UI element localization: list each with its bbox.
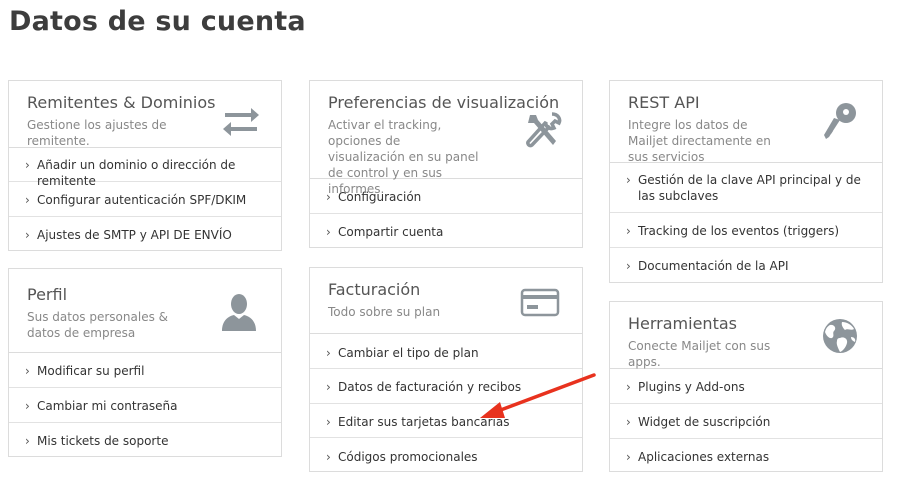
chevron-right-icon: ›: [25, 158, 30, 172]
page-title: Datos de su cuenta: [9, 6, 306, 37]
menu-item-label: Editar sus tarjetas bancarias: [338, 415, 510, 429]
card-header: Remitentes & Dominios Gestione los ajust…: [9, 81, 281, 148]
menu-item-plugins[interactable]: › Plugins y Add-ons: [610, 369, 882, 404]
chevron-right-icon: ›: [25, 193, 30, 207]
card-billing: Facturación Todo sobre su plan › Cambiar…: [309, 267, 583, 472]
menu-item-label: Cambiar mi contraseña: [37, 399, 178, 413]
chevron-right-icon: ›: [326, 346, 331, 360]
menu-item-label: Aplicaciones externas: [638, 450, 770, 464]
card-tools: Herramientas Conecte Mailjet con sus app…: [609, 301, 883, 472]
menu-item-label: Modificar su perfil: [37, 364, 145, 378]
card-header: Facturación Todo sobre su plan: [310, 268, 582, 334]
chevron-right-icon: ›: [626, 450, 631, 464]
menu-item-event-tracking[interactable]: › Tracking de los eventos (triggers): [610, 213, 882, 248]
chevron-right-icon: ›: [626, 415, 631, 429]
menu-item-label: Mis tickets de soporte: [37, 434, 169, 448]
menu-item-label: Documentación de la API: [638, 259, 789, 273]
menu-item-label: Ajustes de SMTP y API DE ENVÍO: [37, 228, 232, 242]
card-rest-api: REST API Integre los datos de Mailjet di…: [609, 80, 883, 283]
menu-item-label: Compartir cuenta: [338, 225, 444, 239]
menu-item-change-plan[interactable]: › Cambiar el tipo de plan: [310, 334, 582, 369]
menu-item-label: Configurar autenticación SPF/DKIM: [37, 193, 247, 207]
menu-item-subscription-widget[interactable]: › Widget de suscripción: [610, 404, 882, 439]
card-title: Preferencias de visualización: [328, 93, 560, 112]
menu-item-label: Gestión de la clave API principal y de l…: [638, 173, 861, 203]
menu-item-external-apps[interactable]: › Aplicaciones externas: [610, 439, 882, 471]
card-header: Preferencias de visualización Activar el…: [310, 81, 582, 196]
menu-item-change-password[interactable]: › Cambiar mi contraseña: [9, 388, 281, 423]
transfer-arrows-icon: [223, 108, 259, 136]
menu-item-share-account[interactable]: › Compartir cuenta: [310, 214, 582, 247]
menu-item-label: Cambiar el tipo de plan: [338, 346, 479, 360]
card-senders-domains: Remitentes & Dominios Gestione los ajust…: [8, 80, 282, 251]
menu-item-label: Añadir un dominio o dirección de remiten…: [37, 158, 236, 188]
chevron-right-icon: ›: [326, 225, 331, 239]
menu-item-label: Códigos promocionales: [338, 450, 478, 464]
menu-item-promo-codes[interactable]: › Códigos promocionales: [310, 438, 582, 471]
chevron-right-icon: ›: [626, 380, 631, 394]
chevron-right-icon: ›: [25, 364, 30, 378]
credit-card-icon: [520, 288, 560, 317]
card-header: REST API Integre los datos de Mailjet di…: [610, 81, 882, 164]
globe-icon: [823, 319, 857, 353]
chevron-right-icon: ›: [25, 399, 30, 413]
menu-item-add-domain[interactable]: › Añadir un dominio o dirección de remit…: [9, 148, 281, 188]
menu-item-label: Widget de suscripción: [638, 415, 771, 429]
user-silhouette-icon: [222, 294, 256, 331]
chevron-right-icon: ›: [25, 434, 30, 448]
menu-item-billing-data[interactable]: › Datos de facturación y recibos: [310, 369, 582, 404]
menu-item-edit-bank-cards[interactable]: › Editar sus tarjetas bancarias: [310, 404, 582, 438]
menu-item-edit-profile[interactable]: › Modificar su perfil: [9, 353, 281, 388]
card-header: Herramientas Conecte Mailjet con sus app…: [610, 302, 882, 369]
card-profile: Perfil Sus datos personales & datos de e…: [8, 268, 282, 457]
menu-item-label: Plugins y Add-ons: [638, 380, 745, 394]
menu-item-support-tickets[interactable]: › Mis tickets de soporte: [9, 423, 281, 456]
menu-item-smtp-api[interactable]: › Ajustes de SMTP y API DE ENVÍO: [9, 217, 281, 250]
card-display-preferences: Preferencias de visualización Activar el…: [309, 80, 583, 248]
menu-item-label: Datos de facturación y recibos: [338, 380, 522, 394]
chevron-right-icon: ›: [626, 259, 631, 273]
chevron-right-icon: ›: [626, 224, 631, 238]
menu-item-label: Tracking de los eventos (triggers): [638, 224, 840, 238]
chevron-right-icon: ›: [326, 450, 331, 464]
chevron-right-icon: ›: [25, 228, 30, 242]
menu-item-api-docs[interactable]: › Documentación de la API: [610, 248, 882, 282]
tools-icon: [526, 112, 562, 148]
menu-item-api-keys[interactable]: › Gestión de la clave API principal y de…: [610, 163, 882, 213]
chevron-right-icon: ›: [326, 380, 331, 394]
card-header: Perfil Sus datos personales & datos de e…: [9, 269, 281, 353]
key-icon: [824, 103, 856, 139]
chevron-right-icon: ›: [626, 173, 631, 187]
chevron-right-icon: ›: [326, 415, 331, 429]
